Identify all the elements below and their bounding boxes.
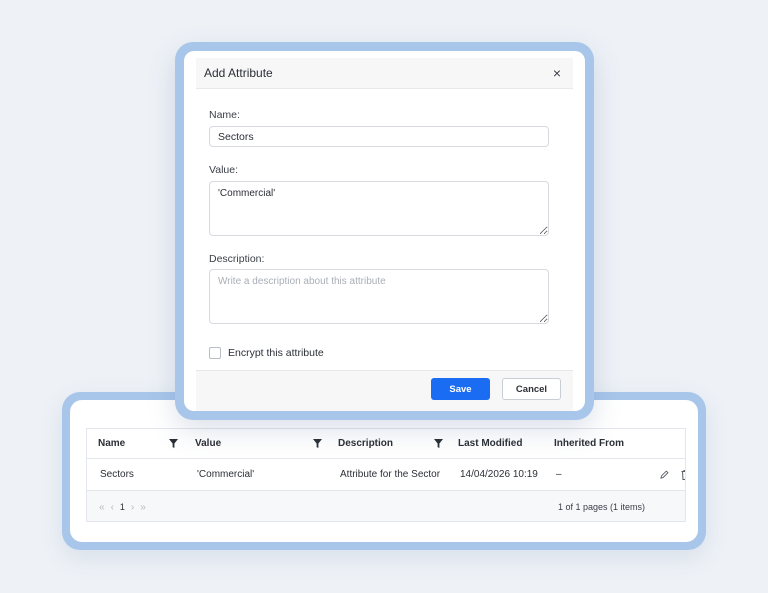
name-input[interactable]	[209, 126, 549, 147]
pager-controls: « ‹ 1 › »	[99, 491, 146, 521]
grid-header: Name Value Description Last Modified Inh…	[87, 429, 685, 459]
save-button[interactable]: Save	[431, 378, 490, 400]
cell-inherited-from: –	[556, 469, 562, 480]
add-attribute-dialog-frame: Add Attribute × Name: Value: 'Commercial…	[175, 42, 594, 420]
encrypt-option[interactable]: Encrypt this attribute	[209, 347, 324, 359]
column-header-value[interactable]: Value	[195, 429, 221, 458]
page-number[interactable]: 1	[120, 502, 125, 512]
cell-value: 'Commercial'	[197, 469, 255, 480]
description-textarea[interactable]	[209, 269, 549, 324]
encrypt-checkbox[interactable]	[209, 347, 221, 359]
filter-icon[interactable]	[434, 429, 443, 458]
cancel-button[interactable]: Cancel	[502, 378, 561, 400]
add-attribute-dialog: Add Attribute × Name: Value: 'Commercial…	[184, 51, 585, 411]
delete-icon[interactable]	[681, 459, 685, 490]
last-page-button[interactable]: »	[140, 502, 146, 513]
dialog-header: Add Attribute ×	[196, 58, 573, 89]
column-header-inherited-from[interactable]: Inherited From	[554, 429, 624, 458]
first-page-button[interactable]: «	[99, 502, 105, 513]
name-label: Name:	[209, 109, 240, 121]
attributes-table-card: Name Value Description Last Modified Inh…	[70, 400, 698, 542]
dialog-footer: Save Cancel	[196, 370, 573, 411]
next-page-button[interactable]: ›	[131, 502, 134, 513]
column-header-name[interactable]: Name	[98, 429, 125, 458]
prev-page-button[interactable]: ‹	[111, 502, 114, 513]
table-row[interactable]: Sectors 'Commercial' Attribute for the S…	[87, 459, 685, 491]
value-label: Value:	[209, 164, 238, 176]
encrypt-label[interactable]: Encrypt this attribute	[228, 347, 324, 359]
cell-last-modified: 14/04/2026 10:19	[460, 469, 538, 480]
value-textarea[interactable]: 'Commercial'	[209, 181, 549, 236]
edit-icon[interactable]	[660, 459, 669, 490]
filter-icon[interactable]	[313, 429, 322, 458]
column-header-description[interactable]: Description	[338, 429, 393, 458]
cell-description: Attribute for the Sector	[340, 469, 441, 480]
pager-info: 1 of 1 pages (1 items)	[557, 502, 645, 512]
description-label: Description:	[209, 253, 265, 265]
cell-name: Sectors	[100, 469, 134, 480]
attributes-grid: Name Value Description Last Modified Inh…	[86, 428, 686, 522]
dialog-title: Add Attribute	[204, 66, 273, 80]
grid-pager: « ‹ 1 › » 1 of 1 pages (1 items)	[87, 491, 685, 521]
filter-icon[interactable]	[169, 429, 178, 458]
close-icon[interactable]: ×	[553, 66, 561, 80]
column-header-last-modified[interactable]: Last Modified	[458, 429, 522, 458]
